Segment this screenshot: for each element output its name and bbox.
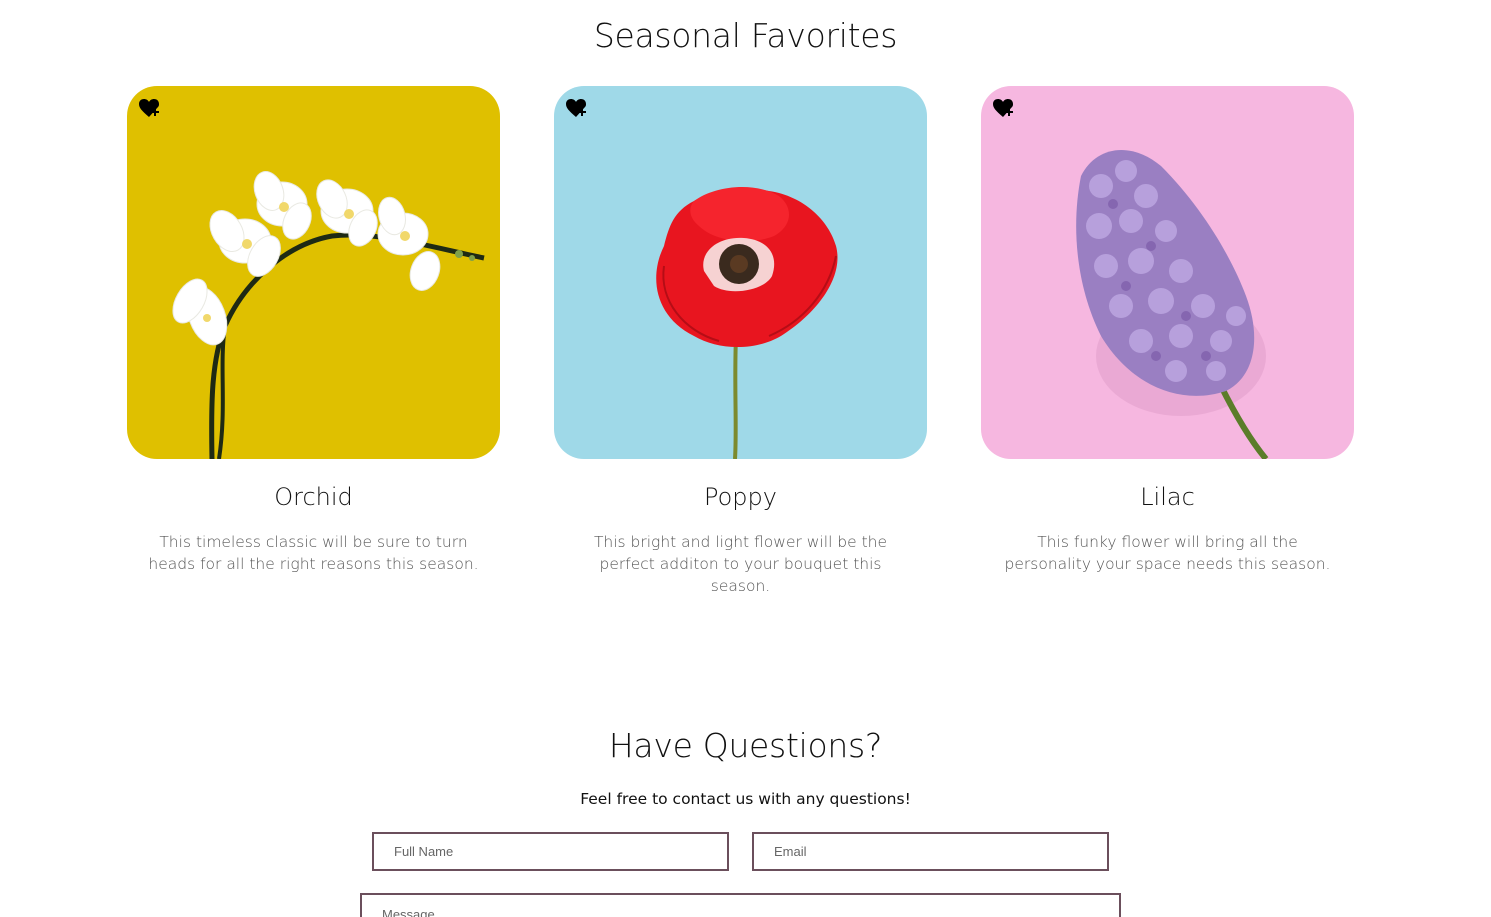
lilac-image [981,86,1354,459]
poppy-description: This bright and light flower will be the… [593,533,888,595]
orchid-name: Orchid [274,483,353,511]
poppy-illustration [656,186,838,459]
orchid-image [127,86,500,459]
flower-card-orchid[interactable]: Orchid This timeless classic will be sur… [127,86,500,575]
contact-subtitle: Feel free to contact us with any questio… [580,790,911,808]
poppy-image [554,86,927,459]
message-textarea[interactable] [360,893,1121,917]
have-questions-title: Have Questions? [608,726,883,765]
lilac-description: This funky flower will bring all the per… [1004,533,1331,573]
poppy-name: Poppy [704,483,777,511]
heart-plus-icon[interactable] [993,99,1017,119]
lilac-illustration [1076,149,1269,459]
heart-plus-icon[interactable] [139,99,163,119]
orchid-description: This timeless classic will be sure to tu… [148,533,479,573]
flower-card-poppy[interactable]: Poppy This bright and light flower will … [554,86,927,597]
seasonal-favorites-title: Seasonal Favorites [593,16,898,55]
orchid-illustration [172,171,485,459]
heart-plus-icon[interactable] [566,99,590,119]
flower-card-lilac[interactable]: Lilac This funky flower will bring all t… [981,86,1354,575]
lilac-name: Lilac [1140,483,1195,511]
email-input[interactable] [752,832,1109,871]
full-name-input[interactable] [372,832,729,871]
